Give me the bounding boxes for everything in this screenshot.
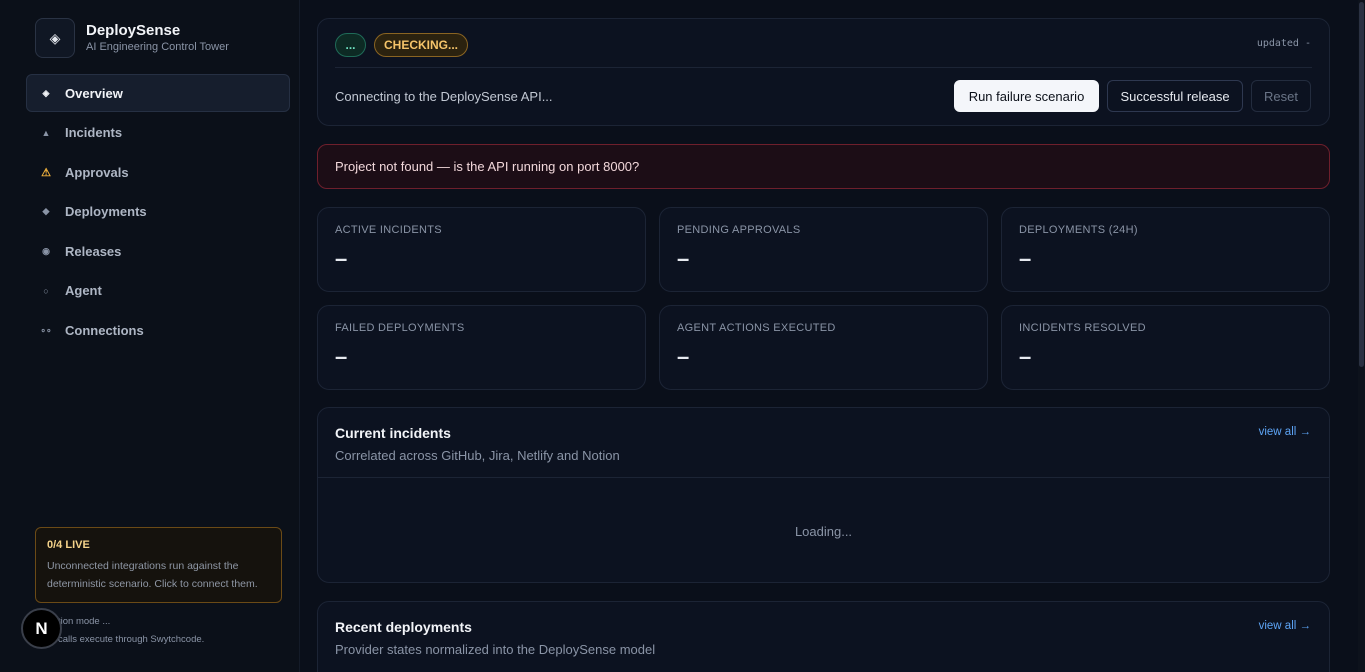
- updated-timestamp: updated -: [1256, 38, 1311, 49]
- stat-value: –: [335, 246, 348, 271]
- recent-deployments-panel: Recent deployments Provider states norma…: [317, 601, 1330, 672]
- section-title: Recent deployments: [335, 619, 472, 635]
- sidebar-item-label: Incidents: [65, 125, 123, 141]
- warning-icon: ⚠: [41, 166, 51, 179]
- brand-subtitle: AI Engineering Control Tower: [86, 41, 229, 53]
- run-failure-scenario-button[interactable]: Run failure scenario: [954, 80, 1099, 112]
- target-icon: ◉: [42, 245, 50, 256]
- stat-value: –: [677, 246, 690, 271]
- stat-card-failed-deployments: FAILED DEPLOYMENTS –: [317, 305, 646, 390]
- sidebar-item-label: Approvals: [65, 164, 129, 180]
- link-icon: ∘∘: [40, 325, 52, 336]
- brand-text: DeploySense AI Engineering Control Tower: [86, 22, 229, 54]
- live-integrations-box[interactable]: 0/4 LIVE Unconnected integrations run ag…: [35, 527, 282, 603]
- live-title: 0/4 LIVE: [47, 539, 90, 551]
- mode-line-2: calls execute through Swytchcode.: [58, 634, 205, 645]
- scrollbar[interactable]: [1358, 0, 1365, 672]
- sidebar-item-agent[interactable]: ○ Agent: [26, 272, 290, 310]
- current-incidents-panel: Current incidents Correlated across GitH…: [317, 407, 1330, 583]
- section-subtitle: Correlated across GitHub, Jira, Netlify …: [335, 448, 620, 463]
- brand[interactable]: ◈ DeploySense AI Engineering Control Tow…: [35, 18, 229, 58]
- reset-button[interactable]: Reset: [1251, 80, 1311, 112]
- sidebar-item-deployments[interactable]: ◆ Deployments: [26, 193, 290, 231]
- stat-label: FAILED DEPLOYMENTS: [335, 322, 465, 334]
- brand-logo-icon: ◈: [35, 18, 75, 58]
- view-all-deployments-link[interactable]: view all →: [1259, 620, 1311, 632]
- stat-label: INCIDENTS RESOLVED: [1019, 322, 1146, 334]
- sidebar-item-label: Releases: [65, 243, 122, 259]
- brand-name: DeploySense: [86, 22, 181, 39]
- stat-value: –: [1019, 344, 1032, 369]
- stat-value: –: [1019, 246, 1032, 271]
- sidebar-item-label: Connections: [65, 323, 144, 339]
- sidebar-item-label: Agent: [65, 283, 102, 299]
- error-banner: Project not found — is the API running o…: [317, 144, 1330, 189]
- diamond-icon: ◈: [42, 87, 50, 98]
- sidebar-item-label: Deployments: [65, 204, 147, 220]
- sidebar-item-approvals[interactable]: ⚠ Approvals: [26, 153, 290, 191]
- sidebar-item-incidents[interactable]: ▲ Incidents: [26, 114, 290, 152]
- mode-info: tion mode ... calls execute through Swyt…: [58, 613, 204, 649]
- status-card: ... CHECKING... updated - Connecting to …: [317, 18, 1330, 126]
- stat-label: DEPLOYMENTS (24H): [1019, 224, 1138, 236]
- successful-release-button[interactable]: Successful release: [1107, 80, 1243, 112]
- mode-line-1: tion mode ...: [58, 616, 111, 627]
- divider: [335, 67, 1312, 68]
- sidebar-item-overview[interactable]: ◈ Overview: [26, 74, 290, 112]
- sidebar-nav: ◈ Overview ▲ Incidents ⚠ Approvals ◆ Dep…: [26, 74, 290, 351]
- divider: [318, 477, 1329, 478]
- sidebar-item-label: Overview: [65, 85, 123, 101]
- section-title: Current incidents: [335, 425, 451, 441]
- sidebar-item-connections[interactable]: ∘∘ Connections: [26, 312, 290, 350]
- stat-card-pending-approvals: PENDING APPROVALS –: [659, 207, 988, 292]
- hexagon-icon: ○: [43, 285, 49, 296]
- connection-pill: ...: [335, 33, 366, 57]
- stat-value: –: [335, 344, 348, 369]
- stat-card-incidents-resolved: INCIDENTS RESOLVED –: [1001, 305, 1330, 390]
- stat-label: AGENT ACTIONS EXECUTED: [677, 322, 836, 334]
- stat-card-deployments-24h: DEPLOYMENTS (24H) –: [1001, 207, 1330, 292]
- stat-card-active-incidents: ACTIVE INCIDENTS –: [317, 207, 646, 292]
- loading-text: Loading...: [794, 524, 853, 539]
- stat-value: –: [677, 344, 690, 369]
- live-description: Unconnected integrations run against the…: [47, 560, 258, 590]
- triangle-icon: ▲: [41, 127, 51, 138]
- status-badge: CHECKING...: [374, 33, 468, 57]
- view-all-incidents-link[interactable]: view all →: [1259, 426, 1311, 438]
- rhombus-icon: ◆: [42, 206, 50, 217]
- section-subtitle: Provider states normalized into the Depl…: [335, 642, 656, 657]
- sidebar: ◈ DeploySense AI Engineering Control Tow…: [0, 0, 300, 672]
- scrollbar-thumb[interactable]: [1359, 2, 1364, 367]
- status-message: Connecting to the DeploySense API...: [335, 89, 553, 104]
- stat-label: PENDING APPROVALS: [677, 224, 801, 236]
- sidebar-item-releases[interactable]: ◉ Releases: [26, 232, 290, 270]
- nextjs-dev-badge[interactable]: N: [21, 608, 62, 649]
- stat-card-agent-actions: AGENT ACTIONS EXECUTED –: [659, 305, 988, 390]
- stat-label: ACTIVE INCIDENTS: [335, 224, 442, 236]
